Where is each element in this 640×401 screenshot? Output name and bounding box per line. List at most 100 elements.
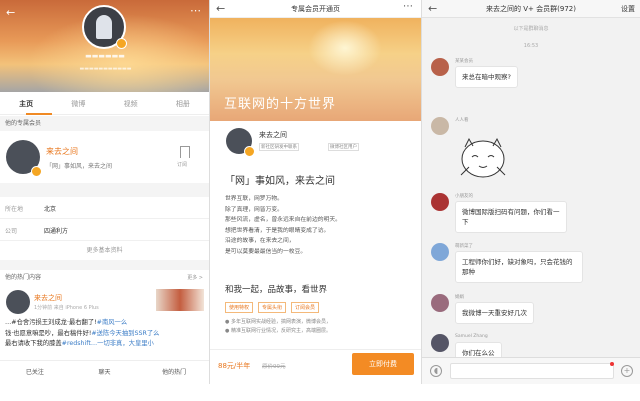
cat-sticker-image[interactable] bbox=[457, 137, 509, 181]
payment-bar: 88元/半年 原价99元 立即付费 bbox=[210, 349, 421, 384]
post-avatar bbox=[6, 290, 30, 314]
post-text-line: …#仓舍污损王刘成龙·最右翻了! bbox=[5, 319, 97, 326]
intro-line: 沿途的故事，在来去之间， bbox=[225, 238, 295, 244]
avatar[interactable] bbox=[431, 117, 449, 135]
voice-icon[interactable]: ◖ bbox=[430, 365, 442, 377]
info-value: 北京 bbox=[44, 206, 57, 213]
member-section-title: 他的专属会员 bbox=[0, 116, 209, 131]
chat-button[interactable]: 聊天 bbox=[70, 361, 140, 384]
info-row-company: 公司 四通利方 bbox=[0, 219, 209, 241]
back-arrow-icon[interactable]: ← bbox=[428, 2, 437, 15]
sender-name: 小朋友的 bbox=[455, 194, 473, 199]
system-notice: 以下是群聊消息 bbox=[513, 26, 549, 32]
profile-header: ← ⋯ ▬▬▬▬▬▬ ▬▬▬▬▬▬▬▬▬▬▬ bbox=[0, 0, 209, 92]
timestamp: 16:53 bbox=[523, 43, 539, 49]
intro-headline: 「网」事如风，来去之间 bbox=[225, 176, 335, 187]
member-page-panel: ← 专属会员开通页 ⋯ 互联网的十方世界 来去之间 新社区研发中联系 微博社区用… bbox=[210, 0, 421, 384]
tab-album[interactable]: 相册 bbox=[157, 93, 209, 114]
benefit-pills: 使用特权 专属头衔 订阅会员 bbox=[225, 302, 320, 313]
sender-name: 萌新菜了 bbox=[455, 244, 473, 249]
pay-button[interactable]: 立即付费 bbox=[352, 353, 414, 375]
settings-button[interactable]: 设置 bbox=[621, 4, 635, 14]
divider bbox=[0, 183, 209, 197]
more-icon[interactable]: ⋯ bbox=[190, 4, 201, 17]
profile-meta-blurred: ▬▬▬▬▬▬▬▬▬▬▬ bbox=[79, 66, 132, 72]
intro-line: 那些风流，虚名，曾永远来自在前边的明天。 bbox=[225, 217, 341, 223]
message-bubble[interactable]: 来总在暗中观察? bbox=[455, 66, 518, 88]
add-icon[interactable]: + bbox=[621, 365, 633, 377]
divider bbox=[0, 260, 209, 270]
top-bar: ← 专属会员开通页 ⋯ bbox=[210, 0, 421, 18]
avatar[interactable] bbox=[431, 243, 449, 261]
message-bubble[interactable]: 我微博一天重安好几次 bbox=[455, 302, 534, 324]
benefit-item: ● 精准互联网行业情况，反研究主，高端圈层。 bbox=[225, 328, 331, 334]
avatar[interactable] bbox=[431, 334, 449, 352]
message-bubble[interactable]: 微博国际版扫码有问题，你们看一下 bbox=[455, 201, 567, 233]
member-description: 「网」事如风，来去之间 bbox=[46, 163, 113, 170]
benefits-heading: 和我一起，品故事，看世界 bbox=[225, 285, 328, 295]
more-info-link[interactable]: 更多基本资料 bbox=[0, 242, 209, 260]
message-input[interactable] bbox=[450, 363, 614, 379]
banner-title: 互联网的十方世界 bbox=[224, 97, 337, 112]
benefit-pill: 订阅会员 bbox=[291, 302, 320, 313]
avatar[interactable] bbox=[431, 294, 449, 312]
sender-name: 某某会员 bbox=[455, 59, 473, 64]
author-row[interactable]: 来去之间 新社区研发中联系 微博社区用户 bbox=[210, 121, 421, 163]
bookmark-label: 订阅 bbox=[177, 162, 188, 168]
intro-paragraph: 世界互联，网罗万物。 除了真理，网皆万变。 那些风流，虚名，曾永远来自在前边的明… bbox=[225, 194, 415, 257]
sender-name: 娟娟 bbox=[455, 295, 464, 300]
sun-glow bbox=[305, 18, 385, 78]
intro-line: 除了真理，网皆万变。 bbox=[225, 206, 283, 213]
verified-badge-icon bbox=[31, 166, 42, 177]
verified-badge-icon bbox=[244, 146, 255, 157]
sender-name: 人人看 bbox=[455, 118, 469, 123]
hashtag-link[interactable]: #南风一么 bbox=[97, 319, 127, 326]
benefit-item: ● 多年互联网实战经验，搞网表演，微博会员， bbox=[225, 319, 331, 325]
post-text: …#仓舍污损王刘成龙·最右翻了!#南风一么 钱·也愿意嘛是吵，最右稿件好!#送陈… bbox=[5, 318, 205, 350]
more-icon[interactable]: ⋯ bbox=[403, 1, 413, 12]
profile-panel: ← ⋯ ▬▬▬▬▬▬ ▬▬▬▬▬▬▬▬▬▬▬ 主页 微博 视频 相册 他的专属会… bbox=[0, 0, 209, 384]
screenshot-collage: ← ⋯ ▬▬▬▬▬▬ ▬▬▬▬▬▬▬▬▬▬▬ 主页 微博 视频 相册 他的专属会… bbox=[0, 0, 640, 401]
chat-top-bar: ← 来去之间的 V+ 会员群(972) 设置 bbox=[422, 0, 640, 18]
tab-video[interactable]: 视频 bbox=[105, 93, 157, 114]
post-thumbnail[interactable] bbox=[156, 289, 204, 311]
profile-bottom-bar: 已关注 聊天 他的热门 bbox=[0, 360, 209, 384]
avatar[interactable] bbox=[431, 193, 449, 211]
hashtag-link[interactable]: #送陈今天抽到SSR了么 bbox=[91, 330, 159, 337]
avatar[interactable] bbox=[431, 58, 449, 76]
profile-name-blurred: ▬▬▬▬▬▬ bbox=[85, 52, 125, 60]
followed-button[interactable]: 已关注 bbox=[0, 361, 70, 384]
page-title: 专属会员开通页 bbox=[291, 5, 340, 13]
group-chat-panel: ← 来去之间的 V+ 会员群(972) 设置 以下是群聊消息 16:53 某某会… bbox=[422, 0, 640, 384]
info-key: 公司 bbox=[5, 228, 18, 235]
hashtag-link[interactable]: #redshift…一切非真，大皇里小 bbox=[62, 340, 154, 347]
his-hot-button[interactable]: 他的热门 bbox=[139, 361, 209, 384]
author-tag: 新社区研发中联系 bbox=[259, 143, 299, 151]
post-text-line: 最右请收下我的膝盖 bbox=[5, 340, 62, 347]
intro-line: 世界互联，网罗万物。 bbox=[225, 196, 283, 202]
message-bubble[interactable]: 工程师你们好，缺对象吗，只会花钱的那种 bbox=[455, 251, 583, 283]
active-tab-indicator bbox=[26, 113, 52, 115]
benefit-pill: 使用特权 bbox=[225, 302, 254, 313]
chat-input-bar: ◖ + bbox=[422, 357, 640, 384]
hot-more-link[interactable]: 更多 > bbox=[187, 274, 203, 281]
hot-post[interactable]: 来去之间 1分钟前 来自 iPhone 6 Plus …#仓舍污损王刘成龙·最右… bbox=[0, 285, 209, 365]
benefit-pill: 专属头衔 bbox=[258, 302, 287, 313]
member-name: 来去之间 bbox=[46, 147, 78, 156]
member-card[interactable]: 来去之间 「网」事如风，来去之间 订阅 bbox=[0, 131, 209, 183]
post-text-line: 钱·也愿意嘛是吵，最右稿件好! bbox=[5, 329, 92, 337]
author-tag: 微博社区用户 bbox=[328, 143, 359, 151]
bookmark-icon[interactable] bbox=[180, 146, 190, 158]
original-price: 原价99元 bbox=[262, 364, 286, 370]
tab-home[interactable]: 主页 bbox=[0, 93, 52, 114]
author-name: 来去之间 bbox=[259, 131, 287, 139]
banner-image: 互联网的十方世界 bbox=[210, 18, 421, 121]
profile-tabs: 主页 微博 视频 相册 bbox=[0, 93, 209, 115]
hot-section-title: 他的热门内容 bbox=[0, 270, 209, 285]
back-arrow-icon[interactable]: ← bbox=[6, 6, 15, 19]
tab-weibo[interactable]: 微博 bbox=[52, 93, 104, 114]
verified-badge-icon bbox=[116, 38, 127, 49]
chat-title: 来去之间的 V+ 会员群(972) bbox=[486, 5, 576, 13]
intro-line: 是可以莫要最最信当的一枚豆。 bbox=[225, 248, 307, 255]
info-key: 所在地 bbox=[5, 206, 24, 213]
